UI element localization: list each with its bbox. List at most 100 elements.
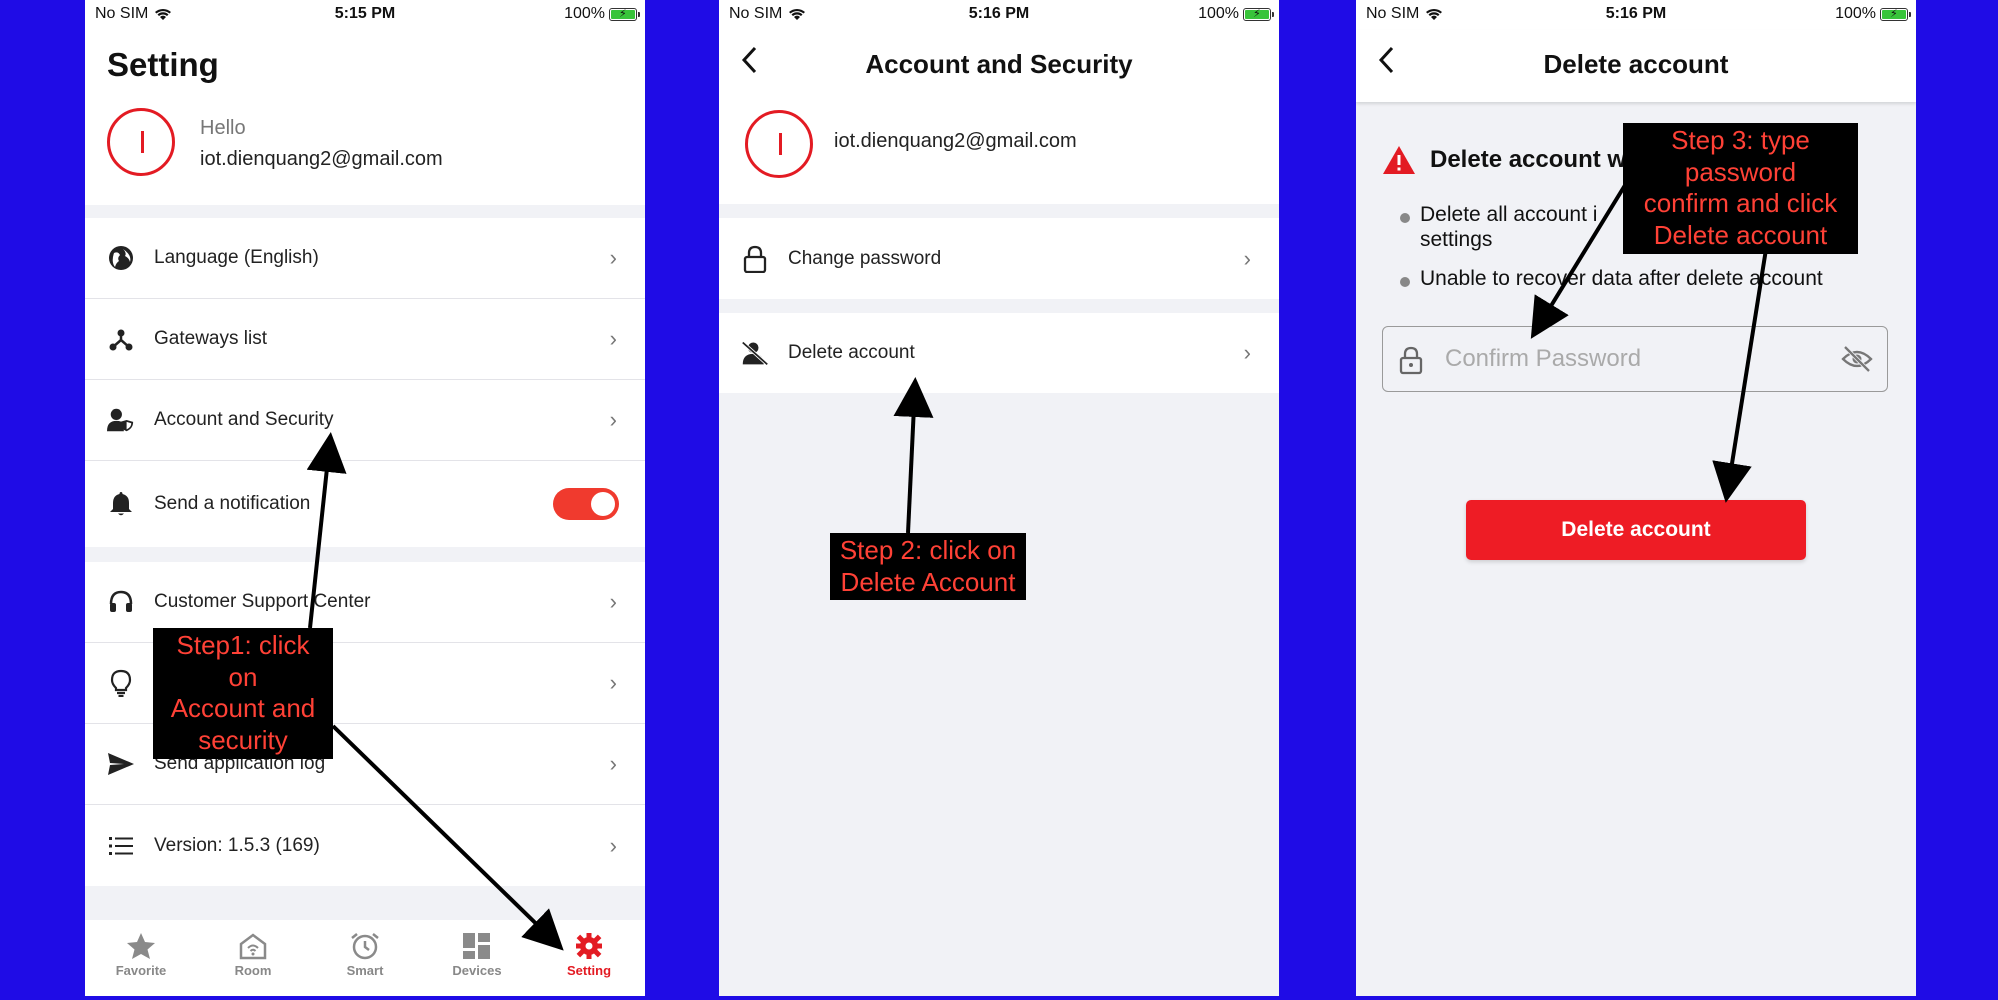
warning-title: Delete account w: [1430, 146, 1627, 173]
warning-icon: [1383, 146, 1415, 174]
status-bar: No SIM 5:16 PM 100% ⚡: [1356, 0, 1916, 30]
nav-header: Delete account: [1356, 30, 1916, 102]
lock-icon: [741, 245, 769, 273]
chevron-right-icon: ›: [609, 589, 617, 614]
profile-card: iot.dienquang2@gmail.com: [719, 102, 1279, 204]
warning-item-text: Unable to recover data after delete acco…: [1420, 267, 1823, 291]
headset-icon: [107, 588, 135, 616]
annotation-line: Delete Account: [840, 566, 1016, 597]
menu-item-label: Account and Security: [154, 409, 334, 430]
greeting: Hello: [200, 117, 246, 139]
chevron-right-icon: ›: [609, 670, 617, 695]
menu-item-account-security[interactable]: Account and Security ›: [85, 380, 645, 461]
annotation-line: Account and: [170, 693, 316, 724]
tab-label: Room: [234, 963, 272, 978]
chevron-right-icon: ›: [609, 751, 617, 776]
battery-icon: ⚡: [609, 7, 640, 21]
status-bar: No SIM 5:16 PM 100% ⚡: [719, 0, 1279, 30]
menu-item-change-password[interactable]: Change password ›: [719, 218, 1279, 299]
menu-item-label: Delete account: [788, 342, 915, 363]
page-title: Delete account: [1543, 49, 1729, 79]
settings-menu-group-1: Language (English) › Gateways list › Acc…: [85, 218, 645, 547]
clock: 5:16 PM: [968, 5, 1030, 22]
chevron-right-icon: ›: [609, 245, 617, 270]
page-title: Account and Security: [865, 49, 1133, 79]
delete-account-button[interactable]: Delete account: [1466, 500, 1806, 560]
tab-setting[interactable]: Setting: [533, 920, 645, 996]
chevron-right-icon: ›: [609, 407, 617, 432]
tab-label: Setting: [566, 963, 612, 978]
screen-account-security: No SIM 5:16 PM 100% ⚡ Account and Securi…: [719, 0, 1279, 996]
annotation-line: Step 3: type password: [1671, 125, 1810, 187]
avatar[interactable]: [107, 108, 175, 176]
screen-settings: No SIM 5:15 PM 100% ⚡ Setting Hello iot.…: [85, 0, 645, 996]
menu-item-label: Send a notification: [154, 493, 311, 514]
notification-toggle[interactable]: [553, 488, 619, 520]
bottom-tab-bar: Favorite Room Smart Devices Setting: [85, 920, 645, 996]
menu-item-label: Language (English): [154, 247, 319, 268]
globe-icon: [107, 244, 135, 272]
user-email: iot.dienquang2@gmail.com: [834, 130, 1077, 152]
menu-item-gateways[interactable]: Gateways list ›: [85, 299, 645, 380]
annotation-line: security: [198, 725, 288, 756]
tab-label: Devices: [452, 963, 502, 978]
warning-heading: Delete account w: [1382, 145, 1626, 175]
clock: 5:16 PM: [1605, 5, 1667, 22]
bell-icon: [107, 490, 135, 518]
eye-slash-icon[interactable]: [1841, 345, 1873, 378]
home-icon: [239, 933, 267, 960]
star-icon: [127, 933, 155, 959]
annotation-step1: Step1: click on Account and security: [153, 628, 333, 759]
warning-item-text: Delete all account i: [1420, 203, 1598, 226]
battery-percent: 100%: [564, 5, 605, 22]
menu-item-label: Customer Support Center: [154, 591, 371, 612]
tab-devices[interactable]: Devices: [421, 920, 533, 996]
user-shield-icon: [107, 406, 135, 434]
chevron-right-icon: ›: [1243, 245, 1251, 271]
menu-item-notification: Send a notification: [85, 461, 645, 547]
menu-item-label: Gateways list: [154, 328, 267, 349]
gateway-icon: [107, 325, 135, 353]
warning-item-text: settings: [1420, 228, 1493, 252]
annotation-line: Step1: click on: [176, 630, 310, 692]
menu-item-label: Change password: [788, 247, 942, 269]
battery-percent: 100%: [1198, 5, 1239, 22]
warning-item: Unable to recover data after delete acco…: [1396, 266, 1896, 291]
menu-item-version[interactable]: Version: 1.5.3 (169) ›: [85, 805, 645, 886]
user-slash-icon: [741, 339, 769, 367]
menu-item-delete-account[interactable]: Delete account ›: [719, 313, 1279, 393]
status-bar: No SIM 5:15 PM 100% ⚡: [85, 0, 645, 30]
send-icon: [107, 750, 135, 778]
lightbulb-icon: [107, 669, 135, 697]
annotation-line: Step 2: click on: [839, 535, 1017, 565]
annotation-step2: Step 2: click on Delete Account: [830, 533, 1026, 601]
settings-header: Setting Hello iot.dienquang2@gmail.com: [85, 30, 645, 205]
nav-header: Account and Security: [719, 30, 1279, 102]
clock: 5:15 PM: [334, 5, 396, 22]
user-email: iot.dienquang2@gmail.com: [200, 148, 443, 170]
tab-room[interactable]: Room: [197, 920, 309, 996]
annotation-line: Delete account: [1653, 220, 1828, 251]
confirm-password-input[interactable]: [1445, 341, 1825, 377]
menu-item-language[interactable]: Language (English) ›: [85, 218, 645, 299]
annotation-line: confirm and click: [1643, 188, 1838, 219]
battery-percent: 100%: [1835, 5, 1876, 22]
chevron-right-icon: ›: [1243, 340, 1251, 365]
chevron-right-icon: ›: [609, 832, 617, 858]
delete-account-group: Delete account ›: [719, 313, 1279, 393]
battery-icon: ⚡: [1880, 7, 1911, 21]
battery-icon: ⚡: [1243, 7, 1274, 21]
grid-icon: [463, 933, 490, 959]
page-title: Setting: [107, 46, 219, 83]
list-icon: [107, 832, 135, 860]
annotation-step3: Step 3: type password confirm and click …: [1623, 123, 1858, 254]
lock-icon: [1399, 345, 1423, 380]
chevron-right-icon: ›: [609, 326, 617, 351]
tab-smart[interactable]: Smart: [309, 920, 421, 996]
avatar[interactable]: [745, 110, 813, 178]
tab-label: Favorite: [115, 963, 167, 978]
confirm-password-field: [1382, 326, 1888, 392]
change-password-group: Change password ›: [719, 218, 1279, 299]
tab-favorite[interactable]: Favorite: [85, 920, 197, 996]
tab-label: Smart: [346, 963, 384, 978]
